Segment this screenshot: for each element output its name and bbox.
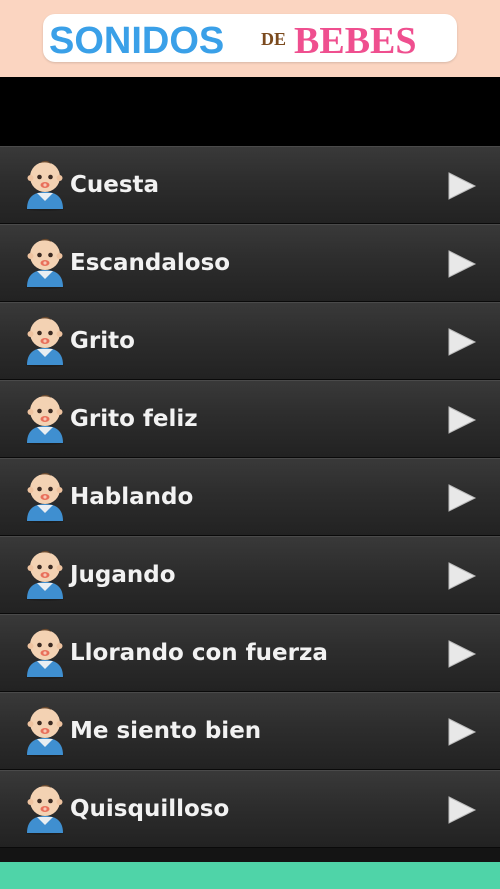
play-icon[interactable] [446,716,478,748]
play-icon[interactable] [446,560,478,592]
baby-icon [22,393,68,445]
list-item[interactable]: Jugando [0,536,500,614]
logo-word-bebes: BEBES [294,20,417,62]
baby-icon [22,705,68,757]
baby-icon [22,783,68,835]
list-item[interactable]: Quisquilloso [0,770,500,848]
baby-icon [22,471,68,523]
list-item[interactable]: Grito feliz [0,380,500,458]
list-item[interactable]: Escandaloso [0,224,500,302]
list-item-label: Cuesta [70,172,160,198]
app-screen: SONIDOS DE BEBES Cuesta Escandaloso Grit… [0,0,500,889]
logo-word-sonidos: SONIDOS [49,20,224,62]
app-logo: SONIDOS DE BEBES [43,14,457,62]
list-item-label: Me siento bien [70,718,262,744]
play-icon[interactable] [446,326,478,358]
play-icon[interactable] [446,482,478,514]
list-item-label: Grito feliz [70,406,198,432]
list-item[interactable]: Hablando [0,458,500,536]
list-item-label: Jugando [70,562,176,588]
baby-icon [22,237,68,289]
play-icon[interactable] [446,170,478,202]
app-header: SONIDOS DE BEBES [0,0,500,77]
list-item[interactable]: Grito [0,302,500,380]
baby-icon [22,549,68,601]
baby-icon [22,315,68,367]
list-item[interactable]: Me siento bien [0,692,500,770]
list-item-label: Llorando con fuerza [70,640,328,666]
play-icon[interactable] [446,638,478,670]
play-icon[interactable] [446,794,478,826]
list-item-label: Hablando [70,484,194,510]
list-item[interactable]: Llorando con fuerza [0,614,500,692]
sound-list: Cuesta Escandaloso Grito Grito feliz Hab… [0,146,500,862]
list-item[interactable]: Cuesta [0,146,500,224]
toolbar-area [0,77,500,146]
list-item-label: Quisquilloso [70,796,230,822]
bottom-banner[interactable] [0,862,500,889]
logo-word-de: DE [261,29,286,49]
play-icon[interactable] [446,248,478,280]
baby-icon [22,159,68,211]
list-item-label: Grito [70,328,135,354]
list-item-label: Escandaloso [70,250,231,276]
baby-icon [22,627,68,679]
play-icon[interactable] [446,404,478,436]
